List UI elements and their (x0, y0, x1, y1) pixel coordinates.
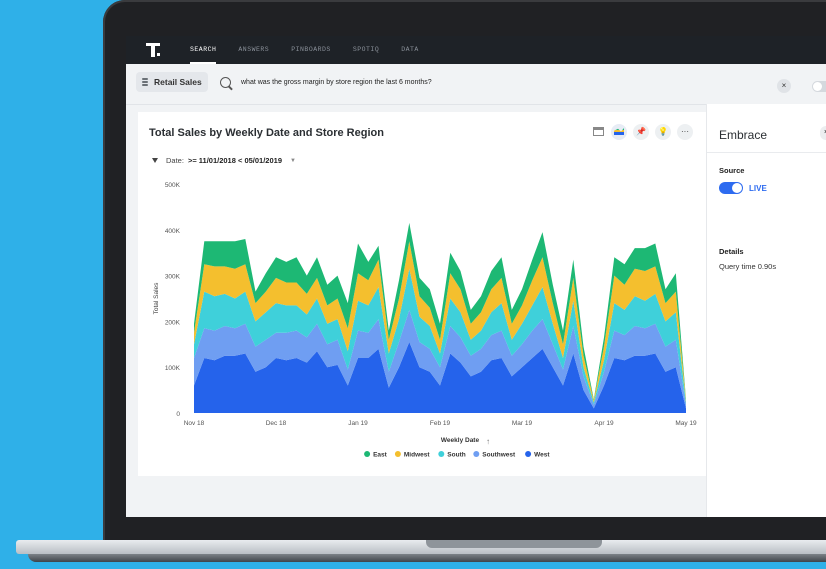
y-axis-label: Total Sales (153, 282, 160, 315)
panel-divider (707, 152, 826, 153)
y-tick-label: 300K (165, 274, 181, 281)
laptop-base (16, 540, 826, 569)
search-icon (220, 76, 231, 88)
legend-item-southwest: Southwest (482, 452, 516, 459)
panel-title: Embrace (719, 128, 768, 142)
legend-swatch-southwest (473, 451, 480, 457)
pin-icon[interactable]: 📌 (633, 124, 649, 140)
x-axis-label: Weekly Date (441, 437, 480, 444)
query-time: Query time 0.90s (719, 262, 777, 271)
x-tick-label: Dec 18 (266, 420, 287, 427)
details-label: Details (719, 247, 744, 256)
legend-item-south: South (447, 452, 465, 459)
clear-search-button[interactable]: × (777, 79, 791, 93)
source-label: Source (719, 166, 745, 175)
answer-card: Total Sales by Weekly Date and Store Reg… (138, 112, 707, 476)
legend-item-midwest: Midwest (404, 452, 430, 459)
panel-close-button[interactable]: × (820, 126, 826, 140)
search-mode-toggle[interactable] (812, 81, 826, 92)
table-view-icon[interactable] (591, 124, 605, 140)
x-tick-label: Feb 19 (430, 420, 451, 427)
y-tick-label: 200K (165, 319, 181, 326)
date-filter[interactable]: Date: >= 11/01/2018 < 05/01/2019 ▼ (152, 156, 296, 165)
legend-item-east: East (373, 452, 388, 459)
spotiq-bulb-icon[interactable]: 💡 (655, 124, 671, 140)
nav-pinboards[interactable]: PINBOARDS (291, 36, 331, 64)
y-tick-label: 500K (165, 182, 181, 189)
data-source-chip[interactable]: Retail Sales (136, 72, 208, 92)
app-screen: SEARCH ANSWERS PINBOARDS SPOTIQ DATA Ret… (126, 36, 826, 517)
x-tick-label: Apr 19 (594, 420, 614, 427)
chart-toolbar: 📌 💡 ··· (591, 124, 699, 140)
y-tick-label: 100K (165, 365, 181, 372)
legend-swatch-midwest (394, 451, 401, 457)
database-icon (142, 78, 148, 86)
side-panel: Embrace × Source LIVE Details Query time… (706, 104, 826, 517)
nav-spotiq[interactable]: SPOTIQ (353, 36, 379, 64)
chart-view-icon[interactable] (611, 124, 627, 140)
nav-answers[interactable]: ANSWERS (238, 36, 269, 64)
chevron-down-icon[interactable]: ▼ (290, 158, 296, 164)
stacked-area-chart: 0 100K 200K 300K 400K 500K Total Sales Nov 18 De… (153, 182, 697, 459)
y-tick-label: 0 (176, 411, 180, 418)
search-query-text: what was the gross margin by store regio… (241, 78, 432, 86)
search-input[interactable]: what was the gross margin by store regio… (216, 72, 816, 92)
x-tick-label: May 19 (675, 420, 697, 427)
x-tick-label: Jan 19 (348, 420, 368, 427)
chart-title: Total Sales by Weekly Date and Store Reg… (149, 127, 384, 139)
x-tick-label: Mar 19 (512, 420, 533, 427)
y-tick-label: 400K (165, 228, 181, 235)
nav-search[interactable]: SEARCH (190, 36, 217, 64)
top-navbar: SEARCH ANSWERS PINBOARDS SPOTIQ DATA (126, 36, 826, 64)
live-status: LIVE (749, 184, 767, 193)
nav-data[interactable]: DATA (401, 36, 419, 64)
sort-arrow-icon: ↑ (486, 437, 490, 446)
legend-swatch-south (438, 451, 445, 457)
thoughtspot-logo[interactable] (146, 43, 160, 57)
live-toggle[interactable] (719, 182, 743, 194)
filter-label: Date: (166, 156, 184, 165)
legend-swatch-west (525, 451, 532, 457)
x-tick-label: Nov 18 (184, 420, 205, 427)
data-source-label: Retail Sales (154, 77, 202, 87)
more-options-icon[interactable]: ··· (677, 124, 693, 140)
legend-swatch-east (364, 451, 371, 457)
legend-item-west: West (534, 452, 550, 459)
search-bar: Retail Sales what was the gross margin b… (126, 64, 826, 105)
filter-icon (152, 158, 158, 163)
filter-value: >= 11/01/2018 < 05/01/2019 (187, 156, 282, 165)
